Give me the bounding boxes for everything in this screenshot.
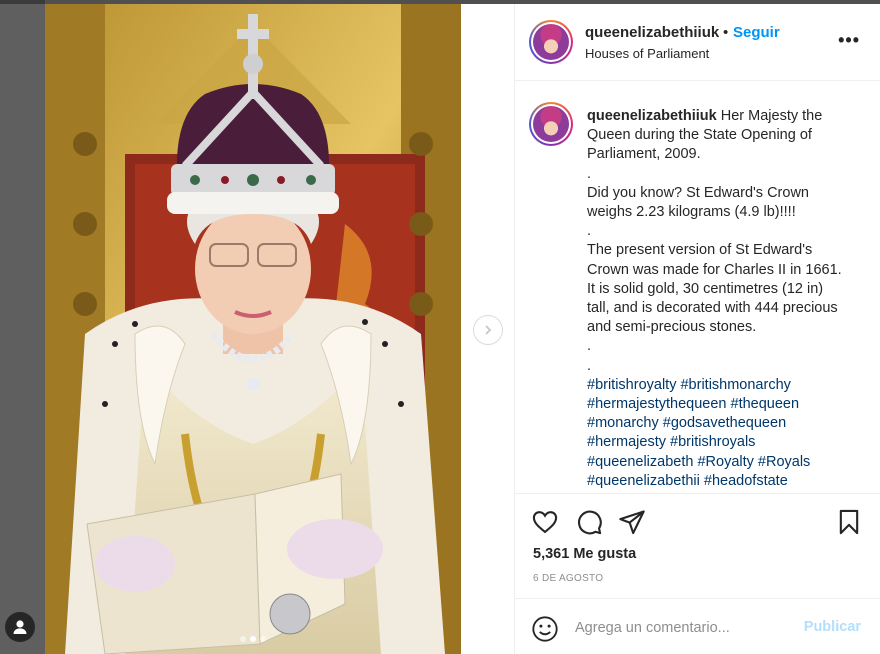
emoji-icon[interactable] [531,615,559,643]
post-date[interactable]: 6 DE AGOSTO [533,573,603,584]
hashtag-link[interactable]: #queenelizabeth [587,454,693,470]
caption-dot: . [587,338,592,355]
caption-username-link[interactable]: queenelizabethiiuk [587,108,717,124]
caption-area: queenelizabethiiuk Her Majesty the Queen… [515,82,880,493]
carousel-dot-active [250,636,256,642]
queen-photo-illustration [45,4,461,654]
post-actions: 5,361 Me gusta 6 DE AGOSTO [515,493,880,598]
comment-form: Publicar [515,598,880,654]
caption-dot: . [587,223,592,240]
hashtag-link[interactable]: #queenelizabethii [587,473,700,489]
modal-backdrop [0,0,45,654]
comment-icon[interactable] [575,508,603,536]
caption-dot: . [587,165,592,182]
follow-button[interactable]: Seguir [733,24,780,41]
hashtag-link[interactable]: #thequeen [731,396,800,412]
hashtag-link[interactable]: #headofstate [704,473,788,489]
username-link[interactable]: queenelizabethiiuk [585,24,719,41]
carousel-dot [260,636,266,642]
hashtag-link[interactable]: #britishroyals [670,434,755,450]
bookmark-icon[interactable] [835,508,863,536]
chevron-right-icon [485,325,492,335]
carousel-next-button[interactable] [473,315,503,345]
more-options-button[interactable]: ••• [838,30,860,51]
profile-button[interactable] [5,612,35,642]
carousel-dot [240,636,246,642]
separator-dot: • [723,24,729,41]
share-icon[interactable] [618,508,646,536]
hashtag-link[interactable]: #Royals [758,454,810,470]
avatar[interactable] [529,20,573,64]
instagram-post-page: queenelizabethiiuk • Seguir Houses of Pa… [0,0,880,654]
location-link[interactable]: Houses of Parliament [585,46,709,61]
heart-icon[interactable] [531,508,559,536]
hashtag-link[interactable]: #Royalty [697,454,753,470]
hashtag-link[interactable]: #monarchy [587,415,659,431]
carousel-indicator [45,636,461,642]
publish-button[interactable]: Publicar [804,619,861,635]
caption-line: Did you know? St Edward's Crown weighs 2… [587,184,809,221]
caption-dot: . [587,357,592,374]
post-side-panel: queenelizabethiiuk • Seguir Houses of Pa… [514,4,880,654]
hashtag-link[interactable]: #britishmonarchy [680,377,790,393]
likes-count[interactable]: 5,361 Me gusta [533,546,636,562]
post-header: queenelizabethiiuk • Seguir Houses of Pa… [515,4,880,81]
hashtag-link[interactable]: #hermajestythequeen [587,396,726,412]
hashtag-list: #britishroyalty #britishmonarchy #hermaj… [587,376,847,491]
user-icon [13,620,27,634]
hashtag-link[interactable]: #britishroyalty [587,377,676,393]
caption-avatar[interactable] [529,102,573,146]
caption-line: The present version of St Edward's Crown… [587,242,842,336]
hashtag-link[interactable]: #godsavethequeen [663,415,786,431]
post-photo[interactable] [45,4,461,654]
caption-text: queenelizabethiiuk Her Majesty the Queen… [587,107,847,491]
comment-input[interactable] [575,615,795,641]
hashtag-link[interactable]: #hermajesty [587,434,666,450]
